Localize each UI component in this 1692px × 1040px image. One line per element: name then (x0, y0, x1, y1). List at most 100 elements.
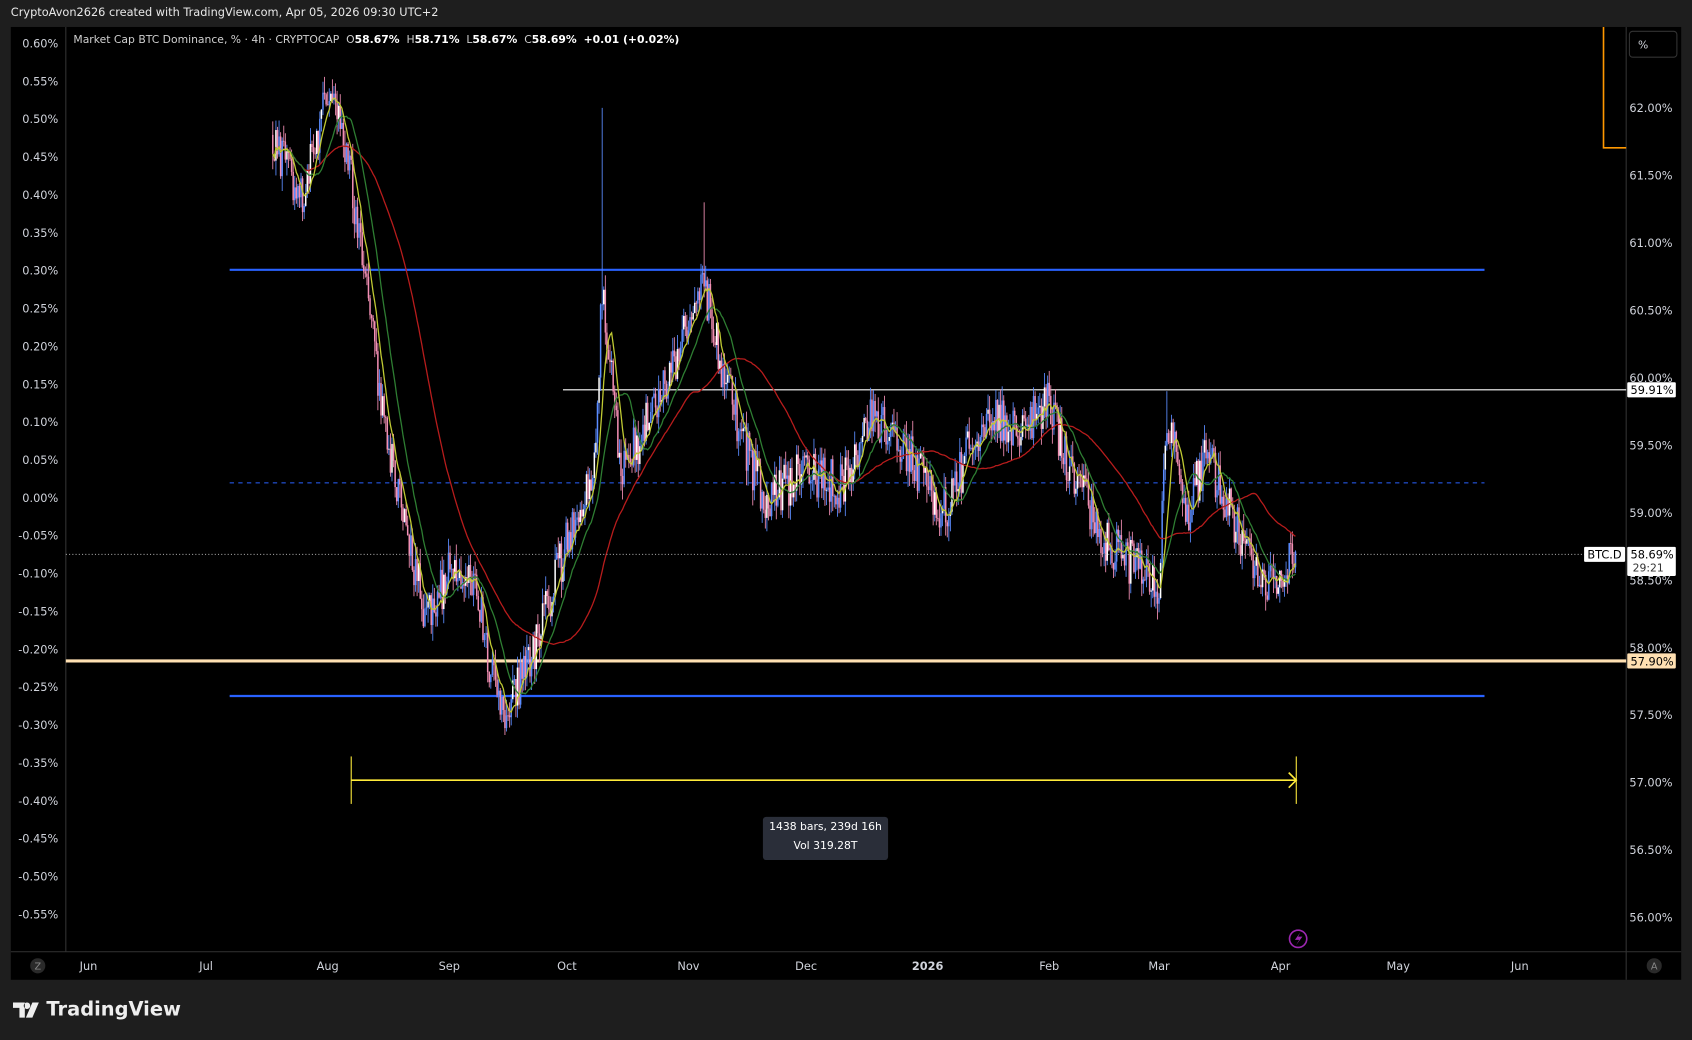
high-label: H (406, 34, 415, 47)
candle-body (869, 399, 872, 428)
tradingview-logo[interactable]: TradingView (12, 998, 181, 1021)
candle-body (853, 444, 856, 470)
candle-body (529, 647, 531, 677)
auto-scale-button-label: A (1651, 962, 1658, 973)
time-axis-tick: Jul (198, 959, 213, 973)
last-price-text: 58.69% (1630, 548, 1673, 562)
time-axis-tick: Nov (677, 959, 699, 973)
candle-body (1258, 584, 1261, 587)
candle-body (952, 478, 955, 486)
candle-body (508, 715, 511, 718)
left-axis-tick: -0.30% (18, 718, 58, 732)
time-axis[interactable] (10, 951, 1682, 980)
candle-body (756, 459, 759, 472)
candle-body (548, 596, 550, 610)
candle-body (326, 104, 329, 106)
candle-body (499, 690, 501, 715)
candle-body (943, 487, 945, 509)
candle-body (1034, 396, 1036, 419)
candle-body (650, 411, 652, 423)
candle-body (1244, 540, 1247, 544)
candle-body (443, 574, 445, 610)
candle-body (786, 475, 789, 479)
candle-body (1067, 480, 1069, 481)
candle-body (932, 490, 934, 515)
candle-body (929, 475, 931, 491)
time-axis-tick: Oct (557, 959, 577, 973)
candle-body (762, 491, 765, 510)
candle-body (747, 432, 749, 471)
candle-body (1093, 522, 1096, 534)
left-axis-tick: 0.10% (22, 415, 58, 429)
candle-body (546, 591, 549, 597)
candle-body (1015, 416, 1018, 436)
candle-body (938, 518, 941, 528)
candle-body (827, 487, 829, 490)
candle-body (490, 674, 492, 683)
close-value: 58.69% (531, 34, 577, 47)
candle-body (1046, 382, 1049, 417)
candle-body (1013, 410, 1016, 417)
candle-body (308, 170, 310, 184)
candle-body (397, 479, 400, 502)
candle-body (444, 574, 447, 594)
candle-body (1279, 570, 1281, 588)
candle-body (330, 93, 332, 102)
candle-body (1068, 466, 1071, 481)
percent-scale-button[interactable] (1628, 30, 1678, 58)
candle-body (670, 362, 672, 373)
candle-body (279, 136, 282, 177)
candle-body (427, 601, 429, 608)
candle-body (995, 400, 997, 431)
candle-body (886, 440, 889, 445)
candle-body (406, 525, 409, 536)
candle-body (356, 206, 359, 238)
candle-body (984, 427, 986, 438)
candle-body (697, 291, 699, 304)
candle-body (581, 509, 583, 517)
candle-body (414, 559, 417, 586)
candle-body (905, 436, 908, 472)
candle-body (301, 178, 304, 213)
candle-body (684, 315, 687, 327)
left-axis-tick: -0.50% (18, 870, 58, 884)
candle-body (1010, 430, 1013, 446)
candle-body (1101, 552, 1104, 554)
candle-body (579, 509, 581, 523)
candle-body (366, 273, 368, 277)
candle-body (577, 517, 580, 523)
candle-body (1103, 542, 1105, 554)
candle-body (894, 426, 897, 431)
candle-body (1282, 580, 1284, 587)
candle-body (519, 662, 522, 705)
candle-body (1260, 584, 1262, 588)
candle-body (450, 568, 453, 570)
candle-body (576, 517, 578, 520)
candle-body (682, 315, 685, 330)
candle-body (855, 444, 858, 456)
candle-body (693, 302, 696, 313)
candle-body (491, 659, 494, 675)
candle-body (897, 449, 900, 451)
candle-body (290, 158, 293, 172)
low-value: 58.67% (472, 34, 518, 47)
left-axis-tick: -0.55% (18, 907, 58, 921)
candle-body (1134, 557, 1137, 572)
candle-body (295, 187, 298, 199)
candle-body (1225, 498, 1228, 518)
candle-body (783, 464, 785, 479)
series-legend: Market Cap BTC Dominance, % · 4h · CRYPT… (73, 35, 679, 47)
candle-body (364, 271, 367, 274)
candle-body (394, 460, 396, 488)
candle-body (1090, 496, 1093, 530)
time-axis-tick: Jun (1510, 959, 1529, 973)
candle-body (595, 442, 597, 453)
candle-body (497, 690, 500, 695)
candle-body (403, 509, 406, 522)
candle-body (690, 317, 693, 320)
candle-body (378, 382, 381, 396)
price-chart[interactable]: 0.60% 0.55% 0.50% 0.45% 0.40% 0.35% 0.30% 0.25%… (0, 0, 1692, 1040)
candle-body (1192, 478, 1195, 510)
brand-name: TradingView (46, 998, 181, 1021)
candle-body (1252, 554, 1254, 579)
